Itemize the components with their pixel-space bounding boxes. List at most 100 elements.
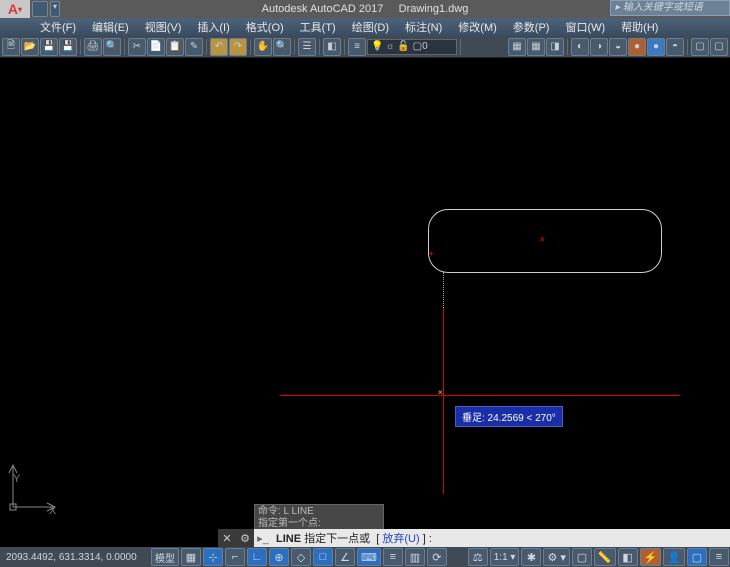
separator bbox=[250, 39, 251, 55]
separator bbox=[124, 39, 125, 55]
command-history: 命令: L LINE 指定第一个点: bbox=[254, 504, 384, 532]
tb-icon[interactable]: ▢ bbox=[710, 38, 728, 56]
clean-screen-toggle[interactable]: ▢ bbox=[687, 548, 707, 566]
trans-toggle[interactable]: ▥ bbox=[405, 548, 425, 566]
dyn-toggle[interactable]: ⌨ bbox=[357, 548, 381, 566]
layer-prop-icon[interactable]: ☰ bbox=[298, 38, 316, 56]
menu-dim[interactable]: 标注(N) bbox=[397, 17, 450, 37]
crosshair-vertical bbox=[443, 308, 444, 494]
cmd-config-icon[interactable]: ⚙ bbox=[236, 529, 254, 547]
command-line[interactable]: ✕ ⚙ ▸_ LINE 指定下一点或 [ 放弃(U) ] : bbox=[218, 529, 730, 547]
document-name: Drawing1.dwg bbox=[399, 3, 469, 15]
menu-file[interactable]: 文件(F) bbox=[32, 17, 84, 37]
menu-format[interactable]: 格式(O) bbox=[238, 17, 292, 37]
customize-button[interactable]: ≡ bbox=[709, 548, 729, 566]
menu-help[interactable]: 帮助(H) bbox=[613, 17, 666, 37]
separator bbox=[460, 39, 461, 55]
snap-toggle[interactable]: ⊹ bbox=[203, 548, 223, 566]
tb-icon[interactable]: ◨ bbox=[546, 38, 564, 56]
track-toggle[interactable]: ∠ bbox=[335, 548, 355, 566]
save-icon[interactable]: 💾 bbox=[40, 38, 58, 56]
menu-tools[interactable]: 工具(T) bbox=[292, 17, 344, 37]
menu-edit[interactable]: 编辑(E) bbox=[84, 17, 137, 37]
snap-marker: × bbox=[540, 238, 544, 242]
snap-marker: + bbox=[429, 252, 433, 256]
paste-icon[interactable]: 📋 bbox=[166, 38, 184, 56]
rounded-rect-object bbox=[428, 209, 662, 273]
qat-dropdown[interactable]: ▾ bbox=[50, 1, 60, 17]
saveas-icon[interactable]: 💾 bbox=[59, 38, 77, 56]
undo-icon[interactable]: ↶ bbox=[210, 38, 228, 56]
scale-button[interactable]: 1:1 ▾ bbox=[490, 548, 520, 566]
ortho-toggle[interactable]: ∟ bbox=[247, 548, 267, 566]
match-icon[interactable]: ✎ bbox=[185, 38, 203, 56]
tb-icon[interactable]: ◓ bbox=[666, 38, 684, 56]
zoom-icon[interactable]: 🔍 bbox=[273, 38, 291, 56]
preview-icon[interactable]: 🔍 bbox=[103, 38, 121, 56]
tb-icon[interactable]: ▢ bbox=[691, 38, 709, 56]
menu-draw[interactable]: 绘图(D) bbox=[344, 17, 397, 37]
new-icon[interactable]: 🗎 bbox=[2, 38, 20, 56]
model-space-button[interactable]: 模型 bbox=[151, 548, 179, 566]
app-icon[interactable]: A▾ bbox=[0, 0, 30, 18]
cmd-prompt: 指定下一点或 bbox=[304, 533, 370, 545]
tb-icon[interactable]: ◒ bbox=[609, 38, 627, 56]
quick-access-toolbar: ▾ bbox=[32, 1, 60, 17]
cmd-close-icon[interactable]: ✕ bbox=[218, 529, 236, 547]
coordinates-readout[interactable]: 2093.4492, 631.3314, 0.0000 bbox=[0, 552, 150, 563]
pan-icon[interactable]: ✋ bbox=[254, 38, 272, 56]
layer-selector[interactable]: 💡☼ 🔓 ▢ 0 bbox=[367, 39, 457, 55]
separator bbox=[344, 39, 345, 55]
polar-toggle[interactable]: ⊕ bbox=[269, 548, 289, 566]
units-button[interactable]: 📏 bbox=[594, 548, 616, 566]
menu-param[interactable]: 参数(P) bbox=[505, 17, 558, 37]
tb-icon[interactable]: ▦ bbox=[527, 38, 545, 56]
hardware-accel-toggle[interactable]: ⚡ bbox=[640, 548, 662, 566]
menu-window[interactable]: 窗口(W) bbox=[557, 17, 613, 37]
menu-insert[interactable]: 插入(I) bbox=[189, 17, 237, 37]
cut-icon[interactable]: ✂ bbox=[128, 38, 146, 56]
plot-icon[interactable]: 🖨 bbox=[84, 38, 102, 56]
dynamic-input-tooltip: 垂足: 24.2569 < 270° bbox=[455, 406, 563, 427]
tb-icon[interactable]: ◑ bbox=[590, 38, 608, 56]
tb-icon[interactable]: ● bbox=[647, 38, 665, 56]
titlebar: A▾ ▾ Autodesk AutoCAD 2017 Drawing1.dwg … bbox=[0, 0, 730, 18]
crosshair-horizontal bbox=[280, 395, 680, 396]
cycle-toggle[interactable]: ⟳ bbox=[427, 548, 447, 566]
open-icon[interactable]: 📂 bbox=[21, 38, 39, 56]
help-search-input[interactable]: ▸ 输入关键字或短语 bbox=[610, 0, 730, 16]
ucs-x-label: X bbox=[49, 505, 56, 517]
isolate-button[interactable]: 👤 bbox=[663, 548, 685, 566]
tb-icon[interactable]: ▦ bbox=[508, 38, 526, 56]
menu-view[interactable]: 视图(V) bbox=[137, 17, 190, 37]
menu-modify[interactable]: 修改(M) bbox=[450, 17, 505, 37]
anno-vis-toggle[interactable]: ✱ bbox=[521, 548, 541, 566]
separator bbox=[319, 39, 320, 55]
menubar: 文件(F) 编辑(E) 视图(V) 插入(I) 格式(O) 工具(T) 绘图(D… bbox=[0, 18, 730, 36]
drawing-canvas[interactable]: + × × 垂足: 24.2569 < 270° Y X bbox=[0, 58, 730, 523]
separator bbox=[567, 39, 568, 55]
iso-toggle[interactable]: ◇ bbox=[291, 548, 311, 566]
cmd-history-line: 命令: L LINE bbox=[258, 506, 380, 518]
monitor-button[interactable]: ▢ bbox=[572, 548, 592, 566]
grid-toggle[interactable]: ▦ bbox=[181, 548, 201, 566]
layer-mgr-icon[interactable]: ≡ bbox=[348, 38, 366, 56]
cmd-option-undo[interactable]: 放弃(U) bbox=[382, 533, 419, 545]
annoscale-button[interactable]: ⚖ bbox=[468, 548, 488, 566]
tb-icon[interactable]: ● bbox=[628, 38, 646, 56]
bulb-icon: 💡 bbox=[371, 41, 383, 52]
lwt-toggle[interactable]: ≡ bbox=[383, 548, 403, 566]
perp-marker: × bbox=[438, 391, 442, 395]
tb-icon[interactable]: ◐ bbox=[571, 38, 589, 56]
copy-icon[interactable]: 📄 bbox=[147, 38, 165, 56]
app-name: Autodesk AutoCAD 2017 bbox=[262, 3, 384, 15]
workspace-button[interactable]: ⚙ ▾ bbox=[543, 548, 569, 566]
qprop-toggle[interactable]: ◧ bbox=[618, 548, 638, 566]
qat-button[interactable] bbox=[32, 1, 48, 17]
redo-icon[interactable]: ↷ bbox=[229, 38, 247, 56]
toolbar-main: 🗎 📂 💾 💾 🖨 🔍 ✂ 📄 📋 ✎ ↶ ↷ ✋ 🔍 ☰ ◧ ≡ 💡☼ 🔓 ▢… bbox=[0, 36, 730, 58]
osnap-toggle[interactable]: □ bbox=[313, 548, 333, 566]
tool-icon[interactable]: ◧ bbox=[323, 38, 341, 56]
cmd-text: LINE 指定下一点或 [ 放弃(U) ] : bbox=[272, 530, 436, 546]
infer-toggle[interactable]: ⌐ bbox=[225, 548, 245, 566]
